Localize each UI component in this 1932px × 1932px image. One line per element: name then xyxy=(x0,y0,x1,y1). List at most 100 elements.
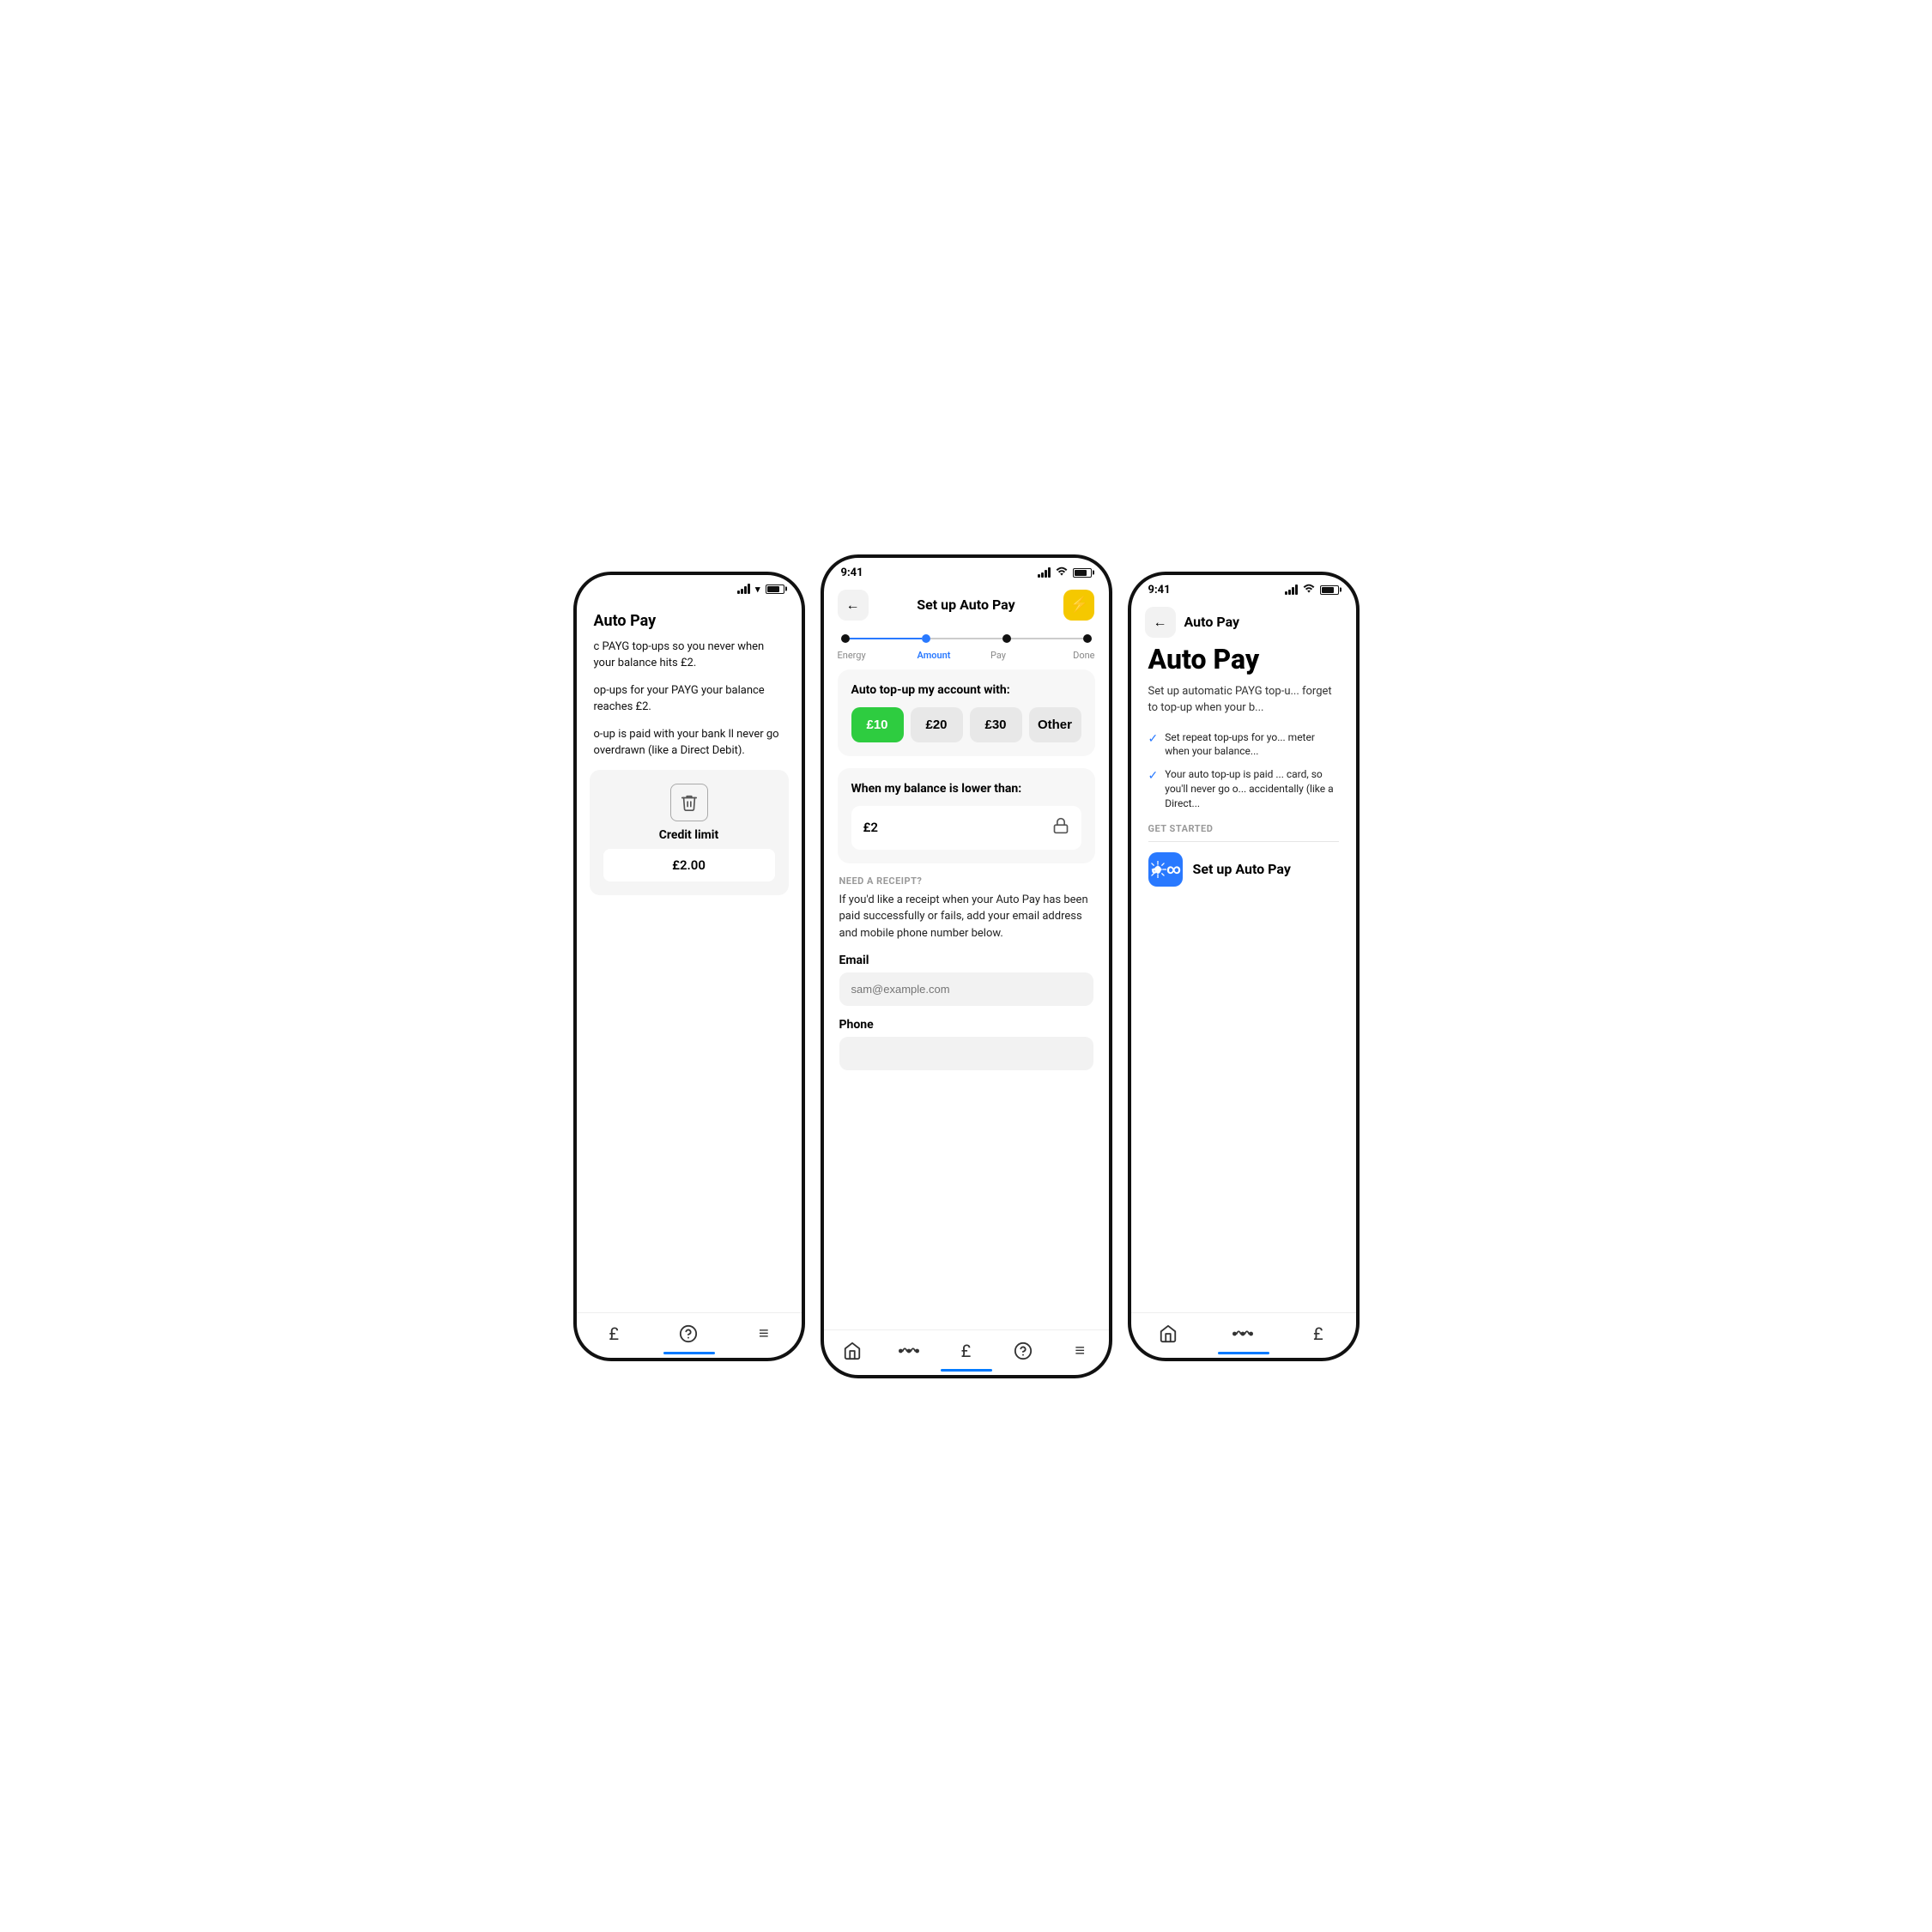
left-desc3: o-up is paid with your bank ll never go … xyxy=(594,726,784,760)
center-battery-icon xyxy=(1073,568,1092,578)
amount-btn-other[interactable]: Other xyxy=(1029,707,1081,742)
amount-card-title: Auto top-up my account with: xyxy=(851,683,1081,697)
left-bottom-nav: £ ≡ xyxy=(577,1312,802,1358)
phone-label: Phone xyxy=(839,1018,1093,1032)
nav-icon-pound[interactable]: £ xyxy=(600,1320,627,1348)
right-nav-pound[interactable]: £ xyxy=(1305,1320,1332,1348)
email-input[interactable] xyxy=(839,972,1093,1006)
trash-icon[interactable] xyxy=(670,784,708,821)
autopay-title: Auto Pay xyxy=(1148,645,1339,675)
center-phone: 9:41 ← Set up Auto Pay ⚡ xyxy=(821,554,1112,1378)
balance-value: £2 xyxy=(863,820,878,835)
checkmark-2: ✓ xyxy=(1148,768,1159,785)
amount-options: £10 £20 £30 Other xyxy=(851,707,1081,742)
left-body: c PAYG top-ups so you never when your ba… xyxy=(577,639,802,760)
setup-btn-icon: ∞ ∞ xyxy=(1148,852,1183,887)
right-content: Auto Pay Set up automatic PAYG top-u... … xyxy=(1131,645,1356,1312)
left-card: Credit limit £2.00 xyxy=(590,770,789,895)
step-line-3 xyxy=(1011,638,1083,639)
nav-icon-help[interactable] xyxy=(675,1320,702,1348)
center-nav-pound[interactable]: £ xyxy=(952,1337,979,1365)
amount-btn-20[interactable]: £20 xyxy=(911,707,963,742)
step-label-amount: Amount xyxy=(902,650,966,661)
receipt-label: NEED A RECEIPT? xyxy=(839,875,1093,887)
balance-card: When my balance is lower than: £2 xyxy=(838,768,1095,863)
phone-input[interactable] xyxy=(839,1037,1093,1070)
step-dot-3 xyxy=(1002,634,1011,643)
amount-card: Auto top-up my account with: £10 £20 £30… xyxy=(838,669,1095,756)
right-signal-icon xyxy=(1285,584,1298,595)
left-desc1: c PAYG top-ups so you never when your ba… xyxy=(594,639,784,672)
step-dot-2 xyxy=(922,634,930,643)
wifi-icon: ▾ xyxy=(755,584,760,595)
receipt-section: NEED A RECEIPT? If you'd like a receipt … xyxy=(838,875,1095,1075)
stepper-labels: Energy Amount Pay Done xyxy=(824,646,1109,669)
center-status-icons xyxy=(1038,566,1092,579)
center-bottom-nav: £ ≡ xyxy=(824,1329,1109,1375)
left-status-icons: ▾ xyxy=(737,584,784,595)
left-phone: ▾ Auto Pay c PAYG top-ups so you never w… xyxy=(573,572,805,1361)
right-phone: 9:41 ← Auto Pay Auto Pay Set up automati… xyxy=(1128,572,1360,1361)
right-nav-track[interactable] xyxy=(1229,1320,1257,1348)
left-title: Auto Pay xyxy=(577,598,802,639)
amount-btn-10[interactable]: £10 xyxy=(851,707,904,742)
step-dot-4 xyxy=(1083,634,1092,643)
right-battery-icon xyxy=(1320,585,1339,595)
center-time: 9:41 xyxy=(841,566,863,579)
right-page-title: Auto Pay xyxy=(1184,614,1240,630)
center-wifi-icon xyxy=(1056,566,1068,579)
receipt-desc: If you'd like a receipt when your Auto P… xyxy=(839,892,1093,942)
step-line-1 xyxy=(850,638,922,639)
right-wifi-icon xyxy=(1303,584,1315,597)
center-status-bar: 9:41 xyxy=(824,558,1109,583)
credit-limit-value: £2.00 xyxy=(603,849,775,881)
center-page-title: Set up Auto Pay xyxy=(917,597,1014,613)
step-label-pay: Pay xyxy=(966,650,1031,661)
check-item-2: ✓ Your auto top-up is paid ... card, so … xyxy=(1148,767,1339,810)
divider xyxy=(1148,841,1339,842)
autopay-desc: Set up automatic PAYG top-u... forget to… xyxy=(1148,683,1339,717)
credit-limit-label: Credit limit xyxy=(659,828,719,842)
signal-bars-icon xyxy=(737,584,750,594)
scene: ▾ Auto Pay c PAYG top-ups so you never w… xyxy=(512,512,1421,1421)
left-content: Auto Pay c PAYG top-ups so you never whe… xyxy=(577,598,802,1312)
step-label-energy: Energy xyxy=(838,650,902,661)
balance-card-title: When my balance is lower than: xyxy=(851,782,1081,796)
step-dot-1 xyxy=(841,634,850,643)
center-header: ← Set up Auto Pay ⚡ xyxy=(824,583,1109,627)
check-item-1: ✓ Set repeat top-ups for yo... meter whe… xyxy=(1148,730,1339,760)
lock-icon xyxy=(1052,816,1069,839)
center-scroll-area: Auto top-up my account with: £10 £20 £30… xyxy=(824,669,1109,1329)
center-nav-home[interactable] xyxy=(839,1337,866,1365)
progress-stepper xyxy=(824,627,1109,646)
center-nav-menu[interactable]: ≡ xyxy=(1066,1337,1093,1365)
bolt-icon-button[interactable]: ⚡ xyxy=(1063,590,1094,621)
get-started-label: GET STARTED xyxy=(1148,823,1339,834)
setup-autopay-button[interactable]: ∞ ∞ Set up Auto Pay xyxy=(1148,852,1339,887)
check-text-1: Set repeat top-ups for yo... meter when … xyxy=(1165,730,1338,760)
check-text-2: Your auto top-up is paid ... card, so yo… xyxy=(1165,767,1338,810)
right-status-icons xyxy=(1285,584,1339,597)
right-bottom-nav: £ xyxy=(1131,1312,1356,1358)
setup-btn-label: Set up Auto Pay xyxy=(1193,861,1291,877)
nav-icon-menu[interactable]: ≡ xyxy=(750,1320,778,1348)
svg-text:∞: ∞ xyxy=(1152,867,1160,875)
battery-icon xyxy=(766,584,784,594)
center-nav-track[interactable] xyxy=(895,1337,923,1365)
balance-row: £2 xyxy=(851,806,1081,850)
center-back-button[interactable]: ← xyxy=(838,590,869,621)
step-line-2 xyxy=(930,638,1002,639)
center-signal-icon xyxy=(1038,567,1051,578)
email-label: Email xyxy=(839,954,1093,967)
center-nav-help[interactable] xyxy=(1009,1337,1037,1365)
right-status-bar: 9:41 xyxy=(1131,575,1356,600)
checkmark-1: ✓ xyxy=(1148,731,1159,748)
left-status-bar: ▾ xyxy=(577,575,802,598)
right-back-button[interactable]: ← xyxy=(1145,607,1176,638)
left-desc2: op-ups for your PAYG your balance reache… xyxy=(594,682,784,716)
right-header: ← Auto Pay xyxy=(1131,600,1356,645)
amount-btn-30[interactable]: £30 xyxy=(970,707,1022,742)
right-nav-home[interactable] xyxy=(1154,1320,1182,1348)
right-time: 9:41 xyxy=(1148,584,1171,597)
step-label-done: Done xyxy=(1031,650,1095,661)
